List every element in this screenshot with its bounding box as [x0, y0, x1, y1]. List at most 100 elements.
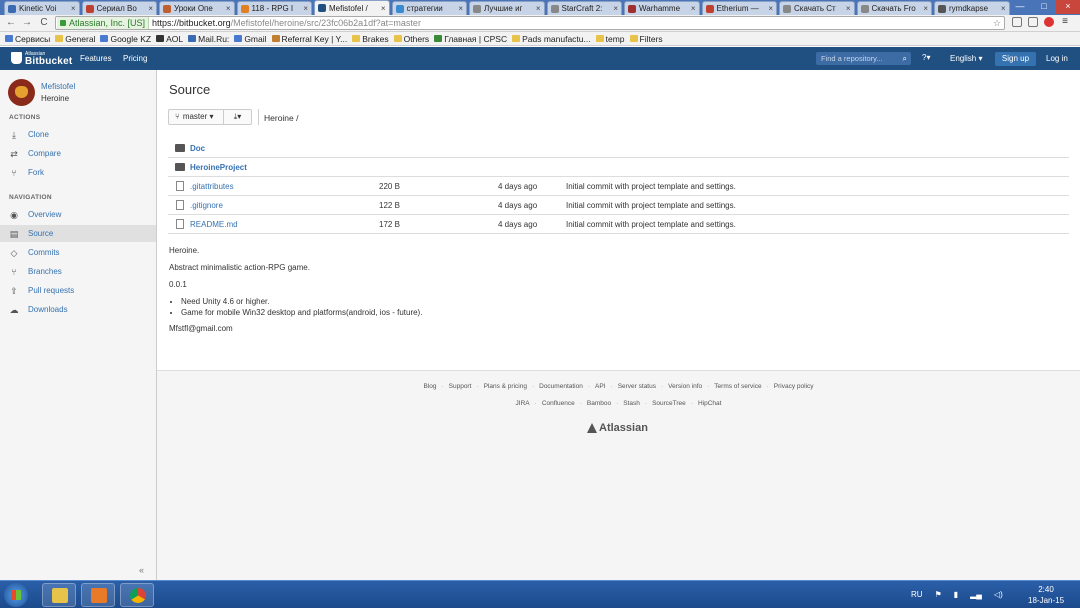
bookmark-item[interactable]: Referral Key | Y...	[271, 34, 347, 44]
sidebar-item-source[interactable]: ▤ Source	[0, 225, 156, 242]
nav-features[interactable]: Features	[80, 54, 112, 63]
volume-icon[interactable]: ◁)	[994, 590, 1003, 599]
tab-close-icon[interactable]: ×	[536, 4, 541, 13]
footer-link[interactable]: Documentation	[539, 383, 583, 390]
sidebar-item-clone[interactable]: ⤓ Clone	[0, 126, 156, 143]
minimize-button[interactable]: —	[1008, 0, 1032, 14]
repo-owner-link[interactable]: Mefistofel	[41, 82, 75, 91]
footer-link[interactable]: Plans & pricing	[484, 383, 527, 390]
sidebar-item-pull-requests[interactable]: ⇪ Pull requests	[0, 282, 156, 299]
url-text[interactable]: https://bitbucket.org/Mefistofel/heroine…	[149, 18, 421, 28]
footer-link[interactable]: Server status	[618, 383, 656, 390]
menu-icon[interactable]: ≡	[1060, 17, 1070, 27]
cast-icon[interactable]	[1012, 17, 1022, 27]
bookmark-item[interactable]: Pads manufactu...	[512, 34, 591, 44]
tab-6[interactable]: стратегии ×	[391, 1, 467, 15]
tab-1[interactable]: Kinetic Voi ×	[4, 1, 80, 15]
start-button[interactable]	[4, 583, 28, 607]
taskbar-app-chrome[interactable]	[120, 583, 154, 607]
sidebar-item-compare[interactable]: ⇄ Compare	[0, 145, 156, 162]
tab-3[interactable]: Уроки Опе ×	[159, 1, 235, 15]
bookmark-item[interactable]: Главная | CPSC	[434, 34, 507, 44]
sign-up-button[interactable]: Sign up	[995, 52, 1036, 66]
log-in-link[interactable]: Log in	[1046, 54, 1068, 63]
tab-10[interactable]: Etherium — ×	[701, 1, 777, 15]
bookmark-item[interactable]: Mail.Ru:	[188, 34, 229, 44]
sidebar-item-branches[interactable]: ⑂ Branches	[0, 263, 156, 280]
taskbar-app-media-player[interactable]	[81, 583, 115, 607]
atlassian-logo[interactable]: Atlassian	[587, 422, 648, 434]
sidebar-item-commits[interactable]: ◇ Commits	[0, 244, 156, 261]
bookmark-item[interactable]: Others	[393, 34, 429, 44]
table-row[interactable]: README.md 172 B 4 days ago Initial commit w…	[168, 215, 1069, 234]
back-button[interactable]: ←	[5, 17, 17, 29]
language-selector[interactable]: English ▾	[950, 54, 982, 63]
table-row[interactable]: HeroineProject	[168, 158, 1069, 177]
bookmark-item[interactable]: Brakes	[352, 34, 389, 44]
tab-close-icon[interactable]: ×	[458, 4, 463, 13]
bookmark-item[interactable]: Gmail	[234, 34, 267, 44]
maximize-button[interactable]: □	[1032, 0, 1056, 14]
tab-12[interactable]: Скачать Fro ×	[856, 1, 932, 15]
tab-close-icon[interactable]: ×	[691, 4, 696, 13]
tab-close-icon[interactable]: ×	[846, 4, 851, 13]
file-name-link[interactable]: Doc	[190, 144, 379, 153]
clock[interactable]: 2:40 18-Jan-15	[1028, 584, 1064, 606]
tab-2[interactable]: Сериал Во ×	[81, 1, 157, 15]
footer-link[interactable]: SourceTree	[652, 400, 686, 407]
tab-9[interactable]: Warhamme ×	[624, 1, 700, 15]
adblock-icon[interactable]	[1044, 17, 1054, 27]
signal-icon[interactable]: ▂▄	[970, 590, 982, 599]
footer-link[interactable]: Terms of service	[714, 383, 761, 390]
tab-close-icon[interactable]: ×	[226, 4, 231, 13]
tab-close-icon[interactable]: ×	[148, 4, 153, 13]
footer-link[interactable]: Stash	[623, 400, 640, 407]
flag-icon[interactable]: ⚑	[935, 590, 942, 599]
bookmark-item[interactable]: AOL	[156, 34, 183, 44]
tab-8[interactable]: StarCraft 2: ×	[546, 1, 622, 15]
file-name-link[interactable]: HeroineProject	[190, 163, 379, 172]
tab-close-icon[interactable]: ×	[303, 4, 308, 13]
tab-7[interactable]: Лучшие иг ×	[469, 1, 545, 15]
bookmark-item[interactable]: temp	[595, 34, 625, 44]
network-icon[interactable]: ▮	[954, 590, 958, 599]
footer-link[interactable]: Confluence	[542, 400, 575, 407]
footer-link[interactable]: Blog	[423, 383, 436, 390]
tab-close-icon[interactable]: ×	[1001, 4, 1006, 13]
footer-link[interactable]: Bamboo	[587, 400, 611, 407]
tab-5[interactable]: Mefistofel / ×	[314, 0, 390, 15]
sidebar-item-fork[interactable]: ⑂ Fork	[0, 164, 156, 181]
file-name-link[interactable]: README.md	[190, 220, 379, 229]
tab-13[interactable]: rymdkapse ×	[934, 1, 1010, 15]
file-name-link[interactable]: .gitattributes	[190, 182, 379, 191]
tab-close-icon[interactable]: ×	[71, 4, 76, 13]
avatar[interactable]	[8, 79, 35, 106]
sidebar-item-overview[interactable]: ◉ Overview	[0, 206, 156, 223]
download-button[interactable]: ⤓▾	[223, 109, 252, 125]
footer-link[interactable]: API	[595, 383, 605, 390]
tab-close-icon[interactable]: ×	[613, 4, 618, 13]
tab-11[interactable]: Скачать Ст ×	[779, 1, 855, 15]
address-bar[interactable]: Atlassian, Inc. [US] https://bitbucket.o…	[55, 16, 1005, 30]
footer-link[interactable]: Support	[449, 383, 472, 390]
tab-close-icon[interactable]: ×	[381, 4, 386, 13]
footer-link[interactable]: Privacy policy	[774, 383, 814, 390]
sidebar-item-downloads[interactable]: ☁ Downloads	[0, 301, 156, 318]
page-icon[interactable]	[1028, 17, 1038, 27]
footer-link[interactable]: Version info	[668, 383, 702, 390]
table-row[interactable]: .gitignore 122 B 4 days ago Initial commit …	[168, 196, 1069, 215]
bookmark-item[interactable]: General	[55, 34, 95, 44]
footer-link[interactable]: JIRA	[516, 400, 530, 407]
bookmark-star-icon[interactable]: ☆	[993, 18, 1001, 29]
secure-badge[interactable]: Atlassian, Inc. [US]	[57, 17, 150, 29]
tab-close-icon[interactable]: ×	[923, 4, 928, 13]
reload-button[interactable]: C	[38, 17, 50, 29]
branch-selector-button[interactable]: ⑂ master ▾	[168, 109, 224, 125]
footer-link[interactable]: HipChat	[698, 400, 721, 407]
tab-4[interactable]: 118 - RPG I ×	[236, 1, 312, 15]
close-window-button[interactable]: ×	[1056, 0, 1080, 14]
file-name-link[interactable]: .gitignore	[190, 201, 379, 210]
help-menu-icon[interactable]: ?▾	[922, 53, 930, 62]
table-row[interactable]: Doc	[168, 139, 1069, 158]
repository-search-input[interactable]: Find a repository... ⌕	[816, 52, 911, 65]
